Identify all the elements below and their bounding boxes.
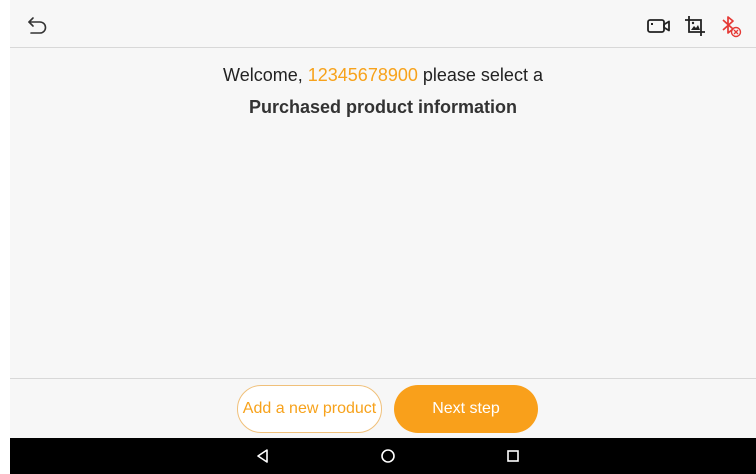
top-toolbar bbox=[10, 0, 756, 48]
nav-back-icon[interactable] bbox=[253, 446, 273, 466]
page-title: Purchased product information bbox=[248, 97, 518, 117]
toolbar-actions bbox=[646, 13, 744, 39]
user-phone-number: 12345678900 bbox=[307, 65, 418, 85]
back-arrow-icon[interactable] bbox=[26, 15, 50, 37]
nav-recents-icon[interactable] bbox=[503, 446, 523, 466]
footer-divider bbox=[10, 378, 756, 379]
next-step-button[interactable]: Next step bbox=[394, 385, 538, 433]
image-crop-icon[interactable] bbox=[682, 13, 708, 39]
welcome-prefix: Welcome, bbox=[223, 65, 308, 85]
system-navigation-bar bbox=[10, 438, 756, 474]
welcome-message: Welcome, 12345678900 please select a bbox=[10, 63, 756, 87]
add-new-product-button[interactable]: Add a new product bbox=[237, 385, 382, 433]
video-camera-icon[interactable] bbox=[646, 13, 672, 39]
app-screen: Welcome, 12345678900 please select a Pur… bbox=[10, 0, 756, 438]
welcome-suffix: please select a bbox=[417, 65, 543, 85]
bluetooth-disconnected-icon[interactable] bbox=[718, 13, 744, 39]
nav-home-icon[interactable] bbox=[378, 446, 398, 466]
